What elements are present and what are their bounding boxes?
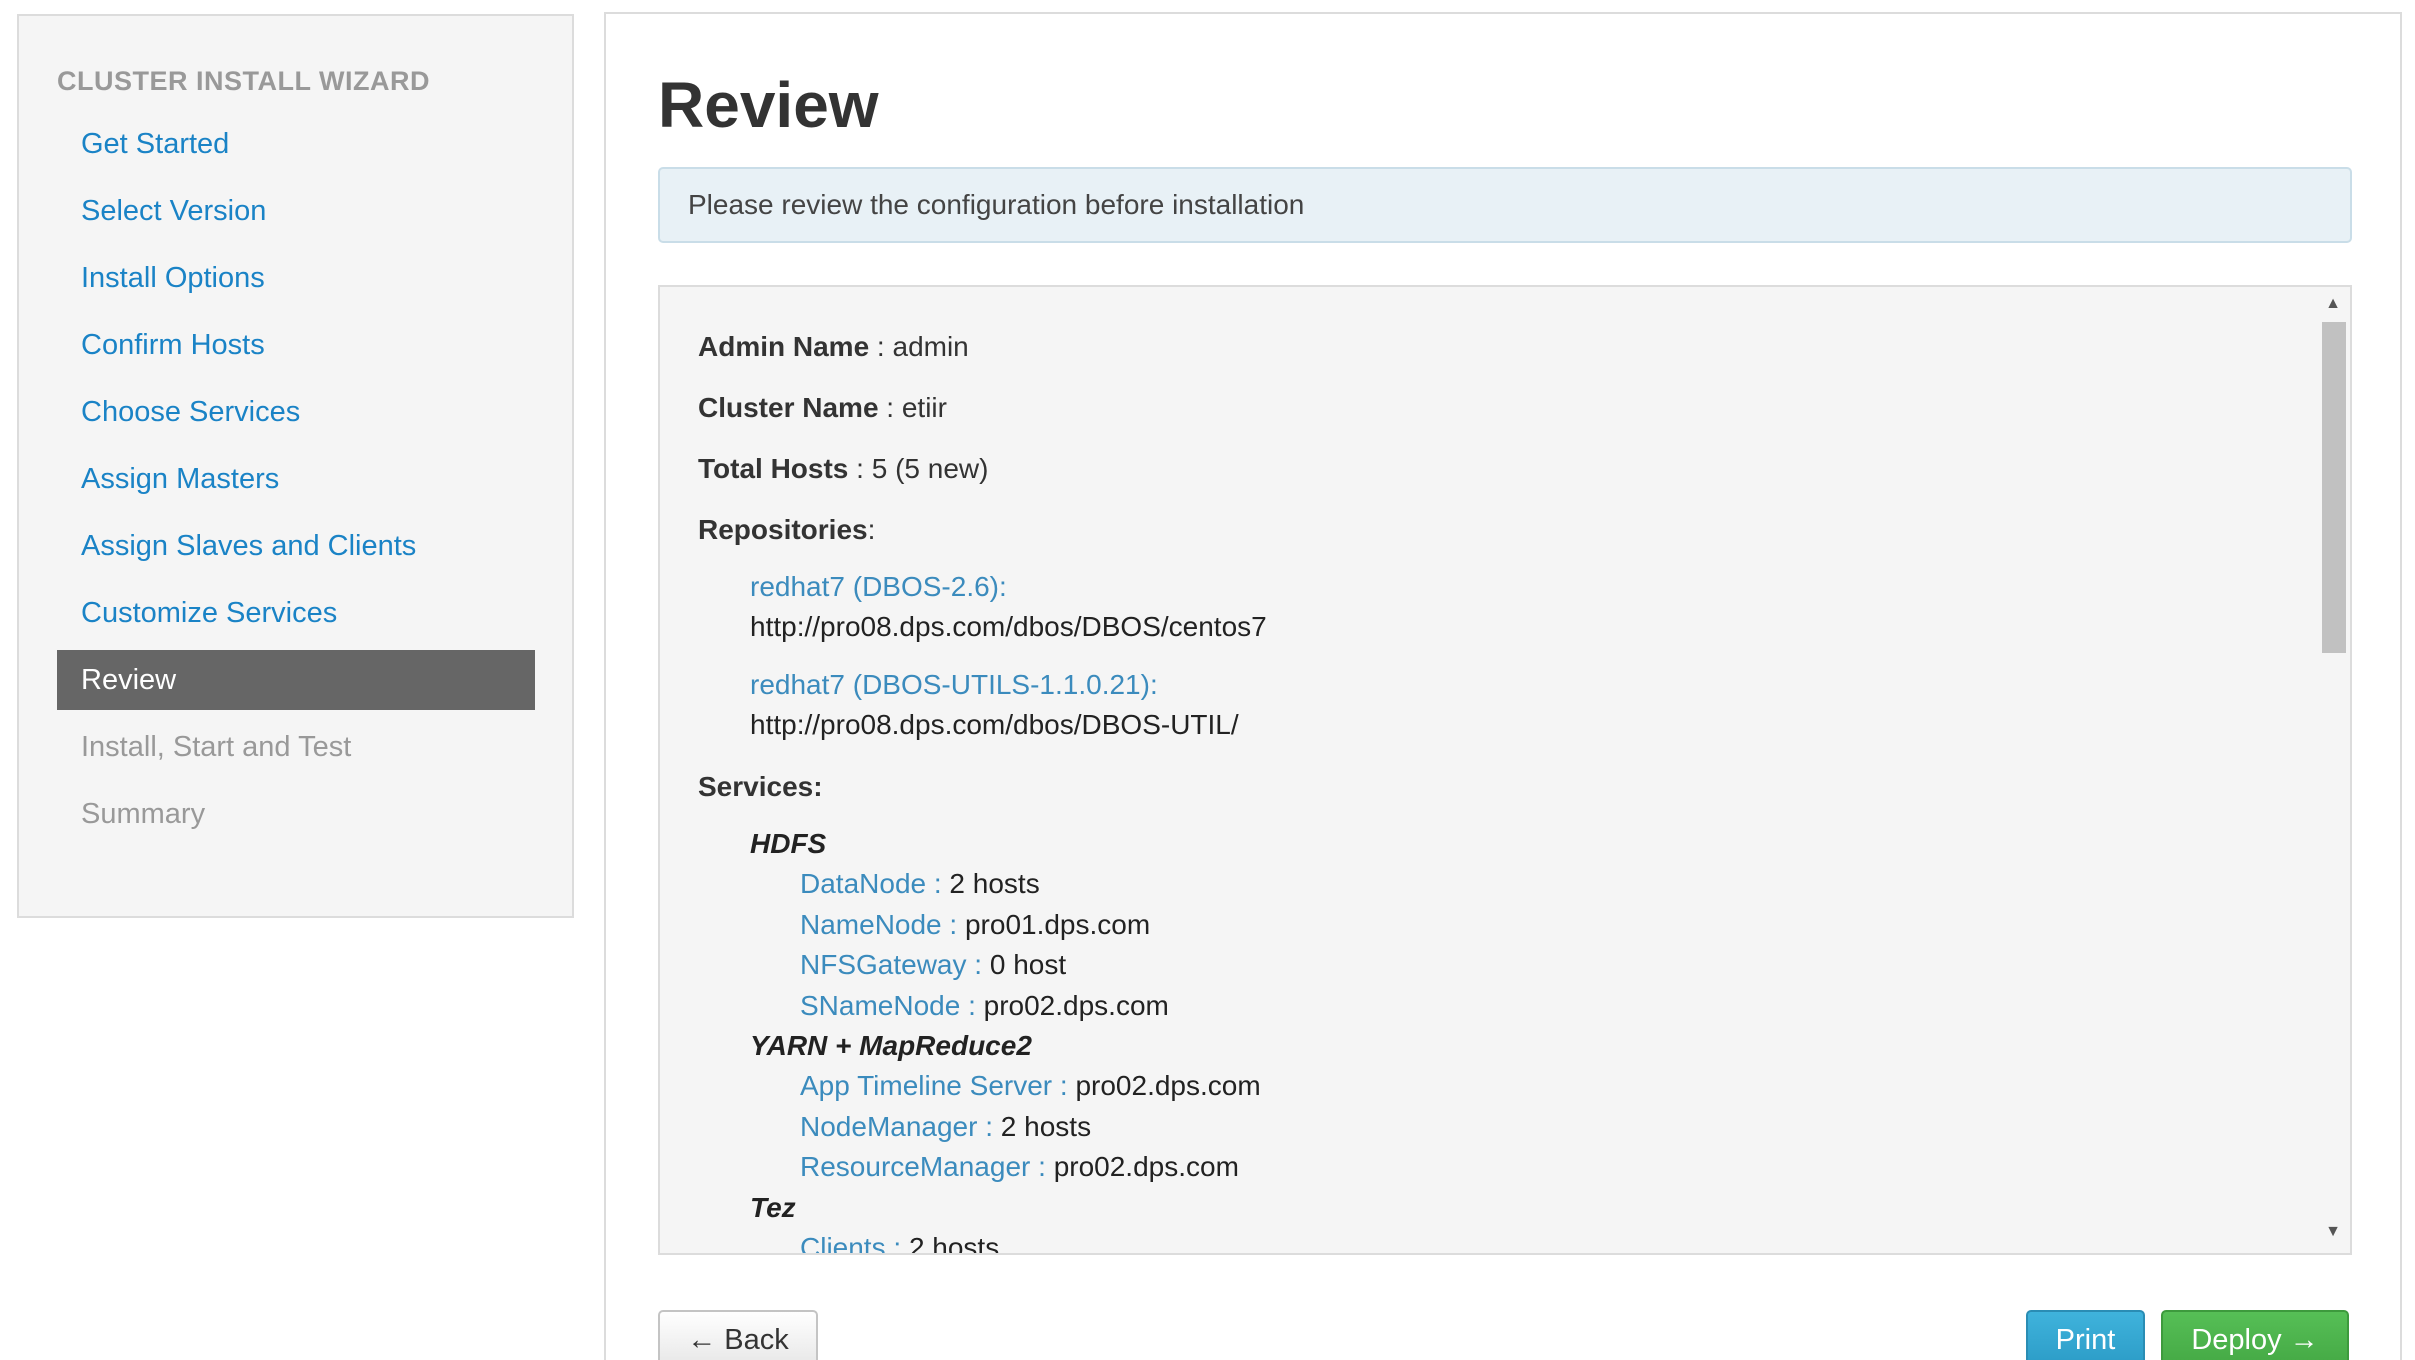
admin-name-row: Admin Name : admin (698, 323, 2310, 384)
component-row: Clients : 2 hosts (800, 1228, 2310, 1255)
repository-item: redhat7 (DBOS-UTILS-1.1.0.21): http://pr… (750, 665, 2310, 745)
admin-name-label: Admin Name (698, 331, 870, 362)
repository-url: http://pro08.dps.com/dbos/DBOS-UTIL/ (750, 709, 1239, 740)
service-yarn-mapreduce2: YARN + MapReduce2 App Timeline Server : … (750, 1026, 2310, 1188)
component-value: pro02.dps.com (983, 989, 1169, 1021)
total-hosts-value: : 5 (5 new) (848, 453, 989, 484)
page-root: CLUSTER INSTALL WIZARD Get Started Selec… (0, 0, 2415, 1360)
total-hosts-label: Total Hosts (698, 453, 849, 484)
component-value: pro01.dps.com (964, 908, 1151, 940)
step-review[interactable]: Review (57, 650, 535, 710)
repository-item: redhat7 (DBOS-2.6): http://pro08.dps.com… (750, 567, 2310, 647)
service-name: Tez (750, 1191, 796, 1223)
component-name: NodeManager : (800, 1110, 1001, 1142)
component-value: 2 hosts (908, 1231, 1000, 1255)
back-button[interactable]: ← Back (658, 1310, 818, 1360)
scroll-down-arrow-icon[interactable]: ▼ (2318, 1217, 2348, 1247)
repositories-row: Repositories: (698, 506, 2310, 567)
step-select-version[interactable]: Select Version (57, 181, 535, 248)
repository-name: redhat7 (DBOS-UTILS-1.1.0.21): (750, 669, 1158, 700)
component-row: NameNode : pro01.dps.com (800, 905, 2310, 946)
cluster-name-label: Cluster Name (698, 392, 879, 423)
total-hosts-row: Total Hosts : 5 (5 new) (698, 445, 2310, 506)
component-row: App Timeline Server : pro02.dps.com (800, 1066, 2310, 1107)
step-get-started[interactable]: Get Started (57, 114, 535, 181)
step-choose-services[interactable]: Choose Services (57, 382, 535, 449)
repository-url: http://pro08.dps.com/dbos/DBOS/centos7 (750, 611, 1267, 642)
services-row: Services: (698, 763, 2310, 824)
component-value: pro02.dps.com (1075, 1070, 1261, 1101)
component-row: SNameNode : pro02.dps.com (800, 986, 2310, 1027)
main-panel: Review Please review the configuration b… (604, 12, 2402, 1360)
step-customize-services[interactable]: Customize Services (57, 583, 535, 650)
repositories-label: Repositories (698, 514, 868, 545)
wizard-sidebar: CLUSTER INSTALL WIZARD Get Started Selec… (17, 14, 574, 918)
wizard-steps-list: Get Started Select Version Install Optio… (57, 114, 535, 851)
component-row: NodeManager : 2 hosts (800, 1107, 2310, 1148)
service-name: YARN + MapReduce2 (750, 1030, 1032, 1061)
component-value: 2 hosts (1000, 1110, 1092, 1142)
component-name: SNameNode : (800, 989, 984, 1021)
sidebar-header: CLUSTER INSTALL WIZARD (57, 66, 430, 96)
print-button[interactable]: Print (2026, 1310, 2145, 1360)
services-label: Services: (698, 771, 823, 802)
review-content: Admin Name : admin Cluster Name : etiir … (698, 323, 2310, 1255)
component-name: NameNode : (800, 908, 965, 940)
review-summary-box[interactable]: Admin Name : admin Cluster Name : etiir … (658, 285, 2352, 1255)
cluster-name-value: : etiir (878, 392, 947, 423)
component-name: Clients : (800, 1231, 909, 1255)
service-hdfs: HDFS DataNode : 2 hosts NameNode : pro01… (750, 824, 2310, 1026)
step-install-start-test: Install, Start and Test (81, 731, 352, 763)
service-tez: Tez Clients : 2 hosts (750, 1188, 2310, 1255)
component-row: ResourceManager : pro02.dps.com (800, 1147, 2310, 1188)
repository-name: redhat7 (DBOS-2.6): (750, 571, 1007, 602)
service-name: HDFS (750, 828, 827, 859)
component-name: NFSGateway : (800, 949, 990, 980)
component-value: 0 host (989, 949, 1067, 980)
component-name: App Timeline Server : (800, 1070, 1076, 1101)
review-scrollbar[interactable]: ▲ ▼ (2318, 287, 2348, 1253)
admin-name-value: : admin (869, 331, 969, 362)
component-value: pro02.dps.com (1053, 1151, 1239, 1182)
repositories-suffix: : (867, 514, 876, 545)
cluster-name-row: Cluster Name : etiir (698, 384, 2310, 445)
step-assign-masters[interactable]: Assign Masters (57, 449, 535, 516)
scroll-up-arrow-icon[interactable]: ▲ (2318, 289, 2348, 319)
component-row: NFSGateway : 0 host (800, 945, 2310, 986)
component-row: DataNode : 2 hosts (800, 864, 2310, 905)
step-summary: Summary (81, 798, 206, 830)
deploy-button[interactable]: Deploy → (2161, 1310, 2349, 1360)
component-name: ResourceManager : (800, 1151, 1054, 1182)
step-confirm-hosts[interactable]: Confirm Hosts (57, 315, 535, 382)
component-value: 2 hosts (949, 868, 1040, 899)
scroll-thumb[interactable] (2322, 322, 2346, 653)
step-assign-slaves-clients[interactable]: Assign Slaves and Clients (57, 516, 535, 583)
page-title: Review (658, 69, 879, 141)
component-name: DataNode : (800, 868, 950, 899)
info-alert: Please review the configuration before i… (658, 167, 2352, 243)
step-install-options[interactable]: Install Options (57, 248, 535, 315)
